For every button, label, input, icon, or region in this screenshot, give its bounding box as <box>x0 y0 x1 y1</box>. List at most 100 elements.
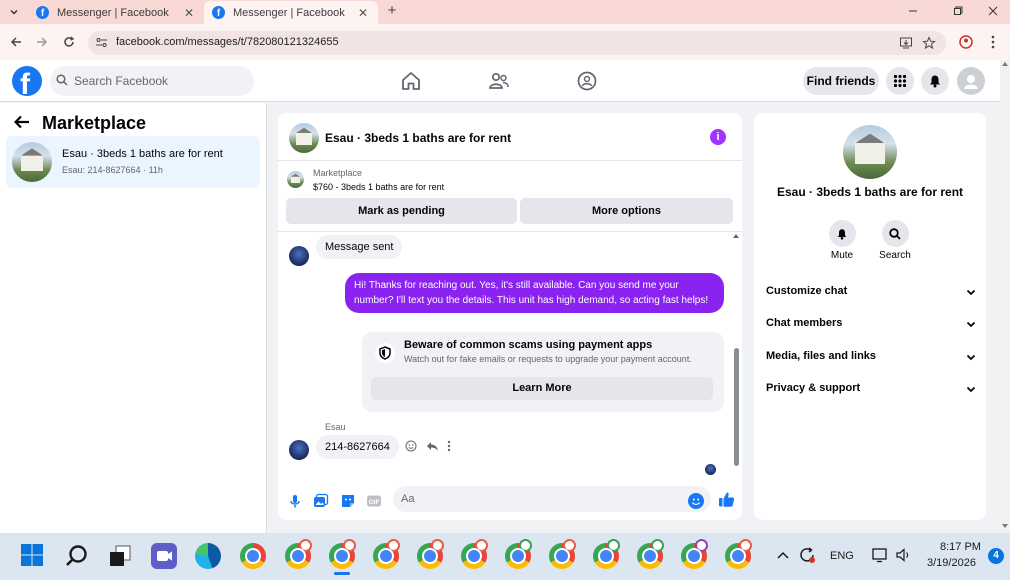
windows-taskbar: ENG 8:17 PM 3/19/2026 4 <box>0 533 1010 580</box>
learn-more-button[interactable]: Learn More <box>371 377 713 400</box>
notifications-bell-icon[interactable] <box>921 67 949 95</box>
address-bar[interactable]: facebook.com/messages/t/782080121324655 <box>88 31 946 55</box>
scam-warning-subtitle: Watch out for fake emails or requests to… <box>404 354 692 364</box>
search-facebook-input[interactable]: Search Facebook <box>50 66 254 96</box>
browser-tab-1[interactable]: f Messenger | Facebook ✕ <box>28 1 204 24</box>
microphone-icon[interactable] <box>287 493 303 509</box>
message-input[interactable]: Aa <box>393 486 711 512</box>
reply-icon[interactable] <box>426 440 440 454</box>
profile-badge <box>607 539 620 552</box>
chrome-profile-icon[interactable] <box>637 539 664 569</box>
details-avatar[interactable] <box>843 125 897 179</box>
emoji-icon[interactable] <box>688 493 704 509</box>
gif-icon[interactable]: GIF <box>366 493 382 509</box>
browser-menu-icon[interactable] <box>984 33 1002 51</box>
profile-badge <box>739 539 752 552</box>
forward-button[interactable] <box>33 33 51 51</box>
outgoing-message[interactable]: Hi! Thanks for reaching out. Yes, it's s… <box>345 273 724 313</box>
chrome-profile-icon[interactable] <box>681 539 708 569</box>
privacy-support-item[interactable]: Privacy & support <box>766 382 976 402</box>
profile-badge <box>695 539 708 552</box>
back-arrow-icon[interactable] <box>14 115 30 129</box>
profile-badge <box>387 539 400 552</box>
restore-button[interactable] <box>943 2 973 20</box>
mute-button[interactable]: Mute <box>822 220 862 261</box>
chrome-profile-icon[interactable] <box>285 539 312 569</box>
conversation-item[interactable]: Esau · 3beds 1 baths are for rent Esau: … <box>6 136 260 188</box>
edge-icon[interactable] <box>195 543 221 569</box>
language-indicator[interactable]: ENG <box>830 550 854 562</box>
chevron-up-icon[interactable] <box>775 547 791 563</box>
close-window-button[interactable] <box>978 2 1008 20</box>
bookmark-star-icon[interactable] <box>921 35 937 51</box>
chrome-profile-icon[interactable] <box>549 539 576 569</box>
notification-count-badge[interactable]: 4 <box>988 548 1004 564</box>
home-icon[interactable] <box>400 70 422 92</box>
search-icon <box>56 74 68 86</box>
search-icon[interactable] <box>64 543 90 569</box>
bell-icon <box>828 220 856 247</box>
sync-icon[interactable] <box>797 545 817 565</box>
sticker-icon[interactable] <box>340 493 356 509</box>
chrome-profile-icon[interactable] <box>505 539 532 569</box>
chat-scroll-thumb[interactable] <box>734 348 739 466</box>
sender-avatar[interactable] <box>289 440 309 460</box>
minimize-button[interactable] <box>898 2 928 20</box>
profile-icon[interactable] <box>957 33 975 51</box>
chrome-icon[interactable] <box>240 543 266 569</box>
find-friends-button[interactable]: Find friends <box>803 67 879 95</box>
friends-icon[interactable] <box>488 70 510 92</box>
new-tab-button[interactable]: + <box>383 2 401 20</box>
listing-summary[interactable]: Marketplace $760 - 3beds 1 baths are for… <box>278 162 742 198</box>
item-label: Chat members <box>766 317 843 329</box>
info-icon[interactable]: i <box>710 129 726 145</box>
profile-badge <box>475 539 488 552</box>
tab-title: Messenger | Facebook <box>233 6 345 19</box>
tab-close-icon[interactable]: ✕ <box>182 6 196 20</box>
chat-scrollbar[interactable] <box>733 233 739 473</box>
chrome-profile-icon[interactable] <box>593 539 620 569</box>
start-windows-icon[interactable] <box>20 543 46 569</box>
listing-label: Marketplace <box>313 168 363 178</box>
chat-title[interactable]: Esau · 3beds 1 baths are for rent <box>325 131 511 145</box>
clock-time[interactable]: 8:17 PM <box>940 541 981 553</box>
message-sent-notice: Message sent <box>316 235 403 259</box>
more-actions-icon[interactable] <box>447 440 461 454</box>
react-emoji-icon[interactable] <box>405 440 419 454</box>
task-view-icon[interactable] <box>107 543 133 569</box>
search-in-conversation-button[interactable]: Search <box>875 220 915 261</box>
mute-label: Mute <box>830 250 854 261</box>
tab-close-icon[interactable]: ✕ <box>356 6 370 20</box>
media-files-links-item[interactable]: Media, files and links <box>766 350 976 370</box>
chat-members-item[interactable]: Chat members <box>766 317 976 337</box>
reload-button[interactable] <box>60 33 78 51</box>
account-avatar[interactable] <box>957 67 985 95</box>
chat-panel: Esau · 3beds 1 baths are for rent i Mark… <box>278 113 742 520</box>
chrome-profile-icon[interactable] <box>329 539 356 569</box>
chrome-profile-icon[interactable] <box>461 539 488 569</box>
site-info-icon[interactable] <box>95 36 108 49</box>
browser-tab-2[interactable]: f Messenger | Facebook ✕ <box>204 1 378 24</box>
phone-number-message[interactable]: 214-8627664 <box>316 435 399 459</box>
chat-avatar[interactable] <box>289 123 319 153</box>
display-icon[interactable] <box>871 546 889 564</box>
sender-avatar[interactable] <box>289 246 309 266</box>
photo-icon[interactable] <box>313 493 329 509</box>
page-scrollbar[interactable] <box>1000 60 1010 533</box>
install-app-icon[interactable] <box>898 35 914 51</box>
back-button[interactable] <box>7 33 25 51</box>
menu-grid-icon[interactable] <box>886 67 914 95</box>
chrome-profile-icon[interactable] <box>373 539 400 569</box>
facebook-logo-icon[interactable]: f <box>12 66 42 96</box>
thumbs-up-icon[interactable] <box>718 491 735 507</box>
chrome-profile-icon[interactable] <box>725 539 752 569</box>
mark-as-pending-button[interactable]: Mark as pending <box>286 198 517 224</box>
volume-icon[interactable] <box>895 546 913 564</box>
tab-search-button[interactable] <box>4 3 24 21</box>
groups-icon[interactable] <box>576 70 598 92</box>
more-options-button[interactable]: More options <box>520 198 733 224</box>
teams-icon[interactable] <box>151 543 177 569</box>
clock-date[interactable]: 3/19/2026 <box>927 557 976 569</box>
customize-chat-item[interactable]: Customize chat <box>766 285 976 305</box>
chrome-profile-icon[interactable] <box>417 539 444 569</box>
